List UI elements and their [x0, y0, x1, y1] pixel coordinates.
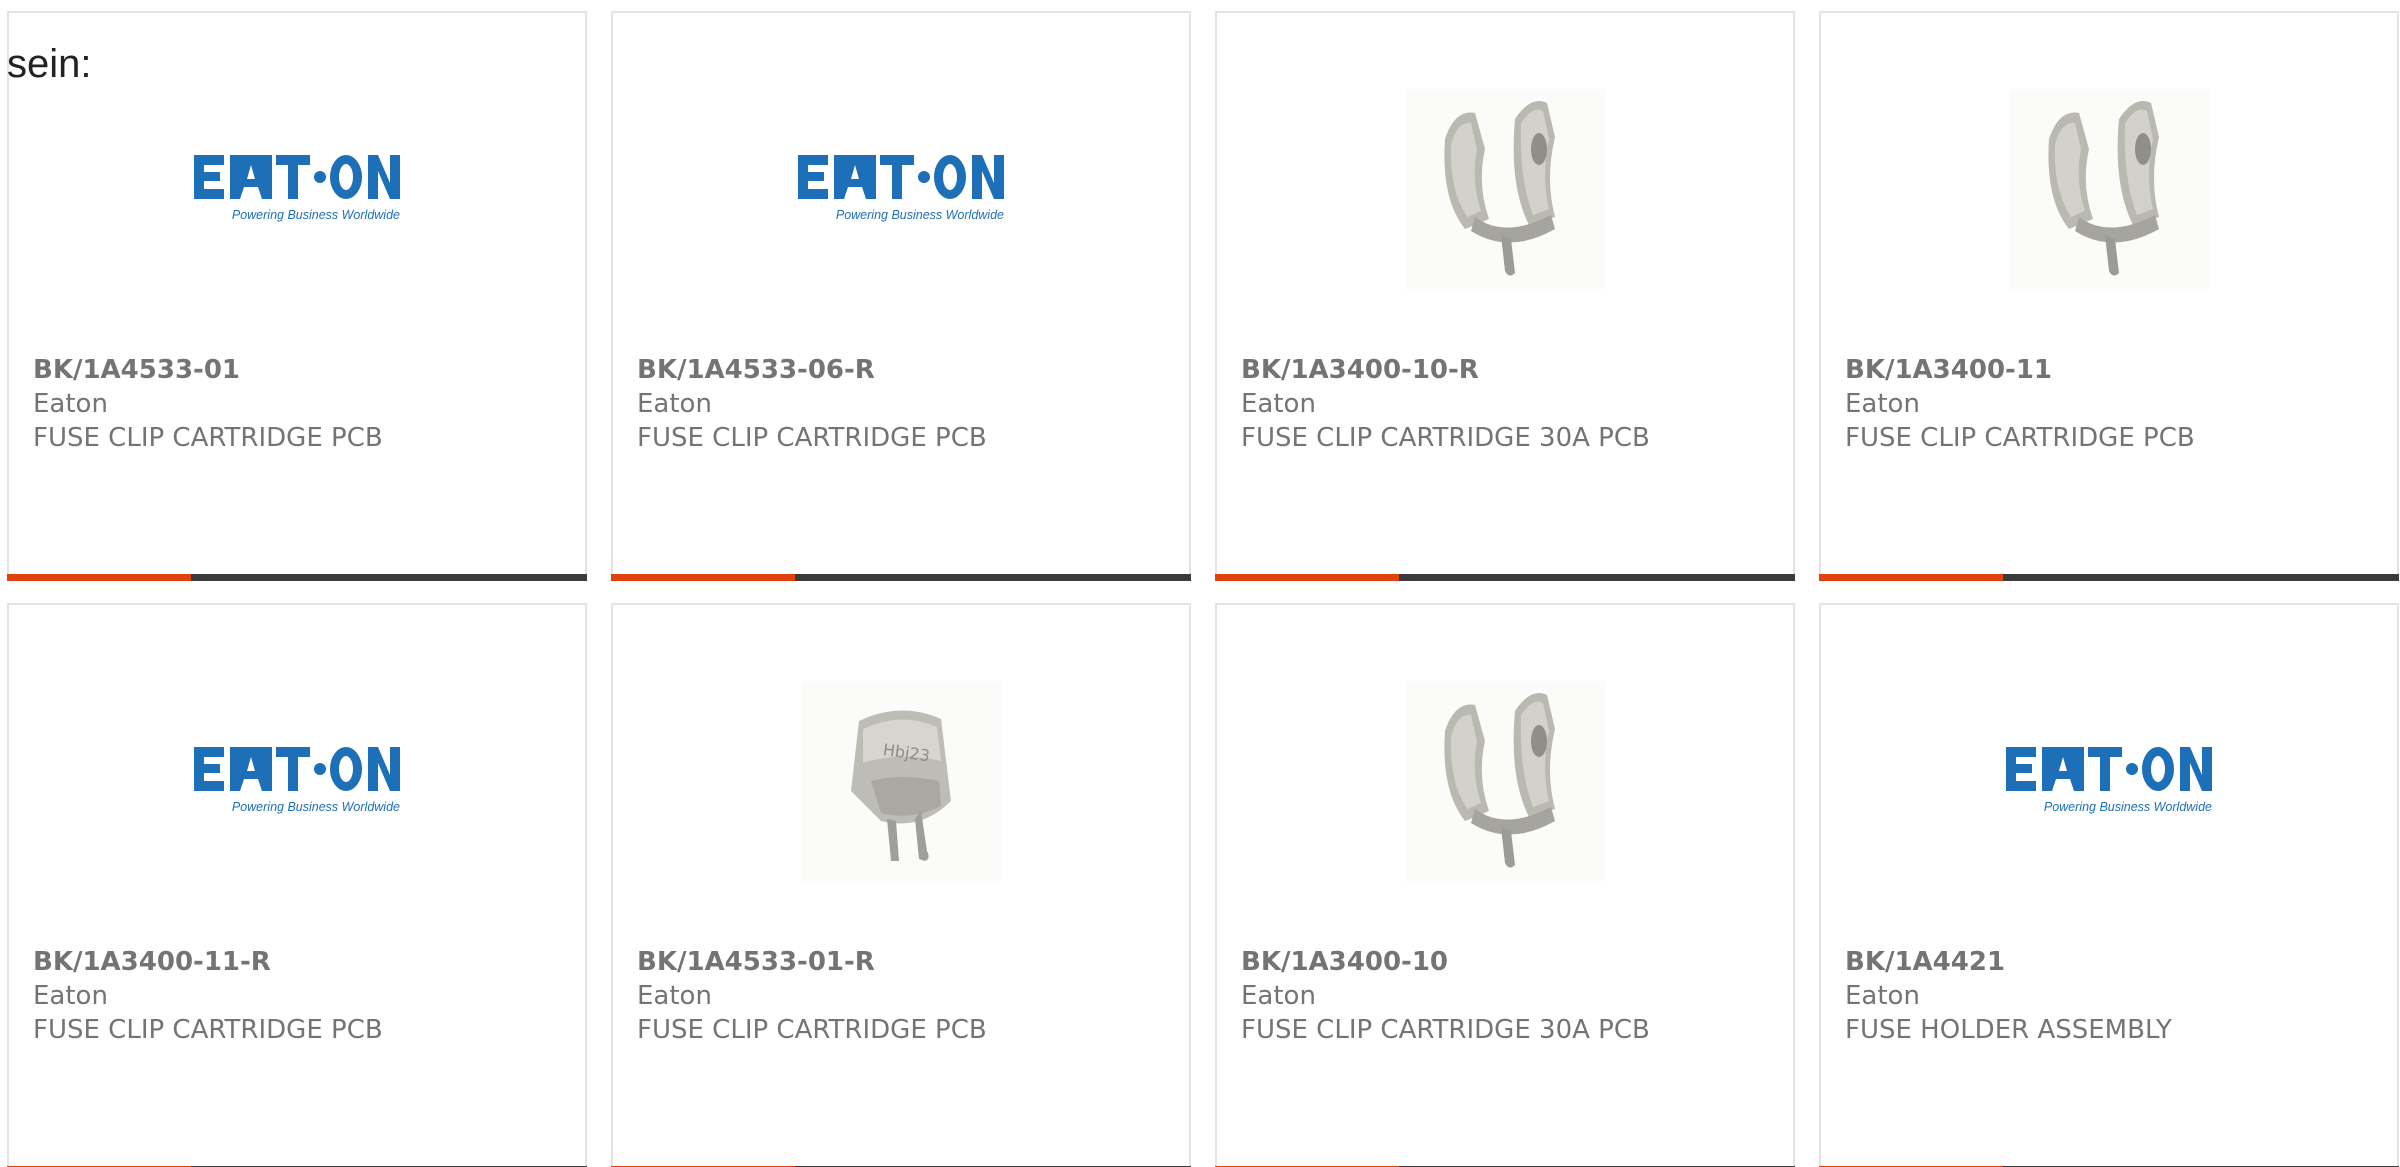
part-number-link[interactable]: BK/1A4421	[1845, 945, 2381, 979]
fuse-clip-photo-icon	[2009, 89, 2209, 289]
product-info: BK/1A3400-10-R Eaton FUSE CLIP CARTRIDGE…	[1241, 353, 1777, 455]
product-image[interactable]	[1217, 671, 1793, 891]
product-info: BK/1A4533-01 Eaton FUSE CLIP CARTRIDGE P…	[33, 353, 569, 455]
manufacturer-label: Eaton	[1845, 389, 1920, 419]
product-image[interactable]: Hbj23	[613, 671, 1189, 891]
product-info: BK/1A4533-06-R Eaton FUSE CLIP CARTRIDGE…	[637, 353, 1173, 455]
part-number-link[interactable]: BK/1A3400-11-R	[33, 945, 569, 979]
part-number-link[interactable]: BK/1A3400-10-R	[1241, 353, 1777, 387]
product-card[interactable]: Powering Business Worldwide BK/1A4533-06…	[611, 11, 1191, 581]
product-image[interactable]: Powering Business Worldwide	[1821, 671, 2397, 891]
description-label: FUSE CLIP CARTRIDGE 30A PCB	[1241, 1015, 1650, 1045]
card-bottom-bar	[1215, 574, 1795, 581]
eaton-logo-icon: Powering Business Worldwide	[2006, 747, 2212, 814]
manufacturer-label: Eaton	[33, 389, 108, 419]
description-label: FUSE CLIP CARTRIDGE PCB	[1845, 423, 2195, 453]
manufacturer-label: Eaton	[637, 981, 712, 1011]
description-label: FUSE CLIP CARTRIDGE PCB	[637, 423, 987, 453]
part-number-link[interactable]: BK/1A4533-06-R	[637, 353, 1173, 387]
part-number-link[interactable]: BK/1A4533-01-R	[637, 945, 1173, 979]
description-label: FUSE CLIP CARTRIDGE PCB	[33, 423, 383, 453]
product-info: BK/1A3400-11 Eaton FUSE CLIP CARTRIDGE P…	[1845, 353, 2381, 455]
product-image[interactable]: Powering Business Worldwide	[9, 79, 585, 299]
manufacturer-label: Eaton	[1241, 389, 1316, 419]
eaton-logo-icon: Powering Business Worldwide	[798, 155, 1004, 222]
card-accent-bar	[611, 574, 795, 581]
product-image[interactable]	[1821, 79, 2397, 299]
description-label: FUSE HOLDER ASSEMBLY	[1845, 1015, 2172, 1045]
manufacturer-label: Eaton	[1241, 981, 1316, 1011]
page: Powering Business Worldwide BK/1A4533-01…	[0, 0, 2400, 1167]
description-label: FUSE CLIP CARTRIDGE 30A PCB	[1241, 423, 1650, 453]
product-card[interactable]: Powering Business Worldwide BK/1A3400-11…	[7, 603, 587, 1167]
part-number-link[interactable]: BK/1A3400-11	[1845, 353, 2381, 387]
card-accent-bar	[7, 574, 191, 581]
card-bottom-bar	[1819, 574, 2399, 581]
manufacturer-label: Eaton	[33, 981, 108, 1011]
part-number-link[interactable]: BK/1A4533-01	[33, 353, 569, 387]
fuse-clip-photo-icon	[1405, 681, 1605, 881]
product-card[interactable]: BK/1A3400-10 Eaton FUSE CLIP CARTRIDGE 3…	[1215, 603, 1795, 1167]
product-card[interactable]: Hbj23 BK/1A4533-01-R Eaton FUSE CLIP CAR…	[611, 603, 1191, 1167]
product-info: BK/1A3400-10 Eaton FUSE CLIP CARTRIDGE 3…	[1241, 945, 1777, 1047]
product-info: BK/1A3400-11-R Eaton FUSE CLIP CARTRIDGE…	[33, 945, 569, 1047]
product-info: BK/1A4421 Eaton FUSE HOLDER ASSEMBLY	[1845, 945, 2381, 1047]
product-info: BK/1A4533-01-R Eaton FUSE CLIP CARTRIDGE…	[637, 945, 1173, 1047]
product-card[interactable]: BK/1A3400-11 Eaton FUSE CLIP CARTRIDGE P…	[1819, 11, 2399, 581]
description-label: FUSE CLIP CARTRIDGE PCB	[33, 1015, 383, 1045]
eaton-logo-icon: Powering Business Worldwide	[194, 155, 400, 222]
product-card[interactable]: Powering Business Worldwide BK/1A4533-01…	[7, 11, 587, 581]
card-bottom-bar	[611, 574, 1191, 581]
card-accent-bar	[1215, 574, 1399, 581]
product-image[interactable]: Powering Business Worldwide	[9, 671, 585, 891]
product-grid: Powering Business Worldwide BK/1A4533-01…	[7, 11, 2400, 1167]
product-image[interactable]: Powering Business Worldwide	[613, 79, 1189, 299]
card-bottom-bar	[7, 574, 587, 581]
fuse-clip-photo-icon: Hbj23	[801, 681, 1001, 881]
eaton-logo-icon: Powering Business Worldwide	[194, 747, 400, 814]
svg-text:Powering Business Worldwide: Powering Business Worldwide	[232, 208, 400, 222]
svg-text:Powering Business Worldwide: Powering Business Worldwide	[2044, 800, 2212, 814]
manufacturer-label: Eaton	[1845, 981, 1920, 1011]
intro-text: sein:	[7, 42, 92, 86]
product-card[interactable]: BK/1A3400-10-R Eaton FUSE CLIP CARTRIDGE…	[1215, 11, 1795, 581]
part-number-link[interactable]: BK/1A3400-10	[1241, 945, 1777, 979]
product-image[interactable]	[1217, 79, 1793, 299]
description-label: FUSE CLIP CARTRIDGE PCB	[637, 1015, 987, 1045]
svg-text:Powering Business Worldwide: Powering Business Worldwide	[232, 800, 400, 814]
svg-text:Powering Business Worldwide: Powering Business Worldwide	[836, 208, 1004, 222]
fuse-clip-photo-icon	[1405, 89, 1605, 289]
manufacturer-label: Eaton	[637, 389, 712, 419]
product-card[interactable]: Powering Business Worldwide BK/1A4421 Ea…	[1819, 603, 2399, 1167]
card-accent-bar	[1819, 574, 2003, 581]
